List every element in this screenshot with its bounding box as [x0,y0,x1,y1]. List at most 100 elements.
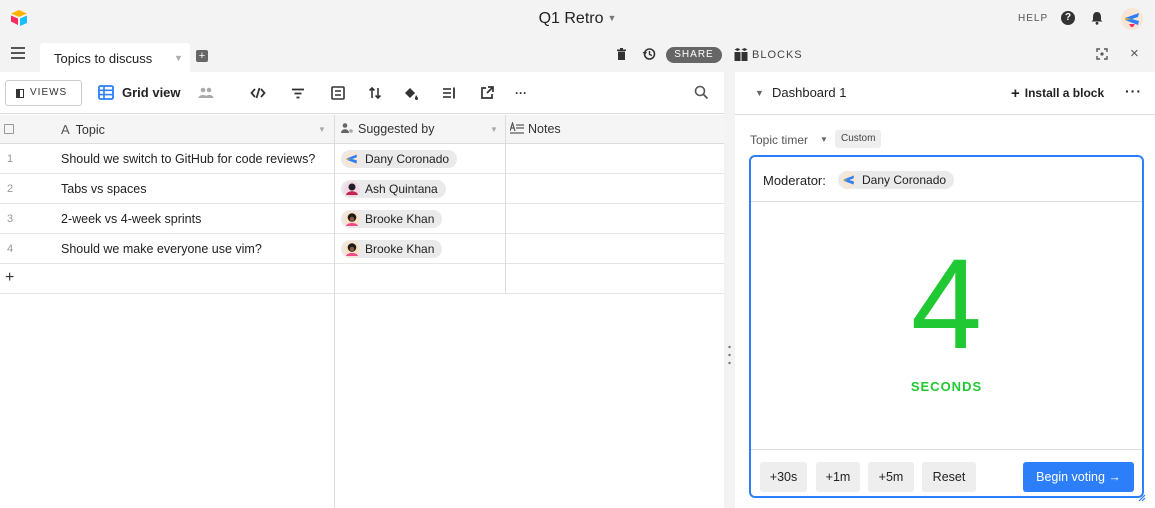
timer-countdown: 4 [910,233,983,376]
frozen-column-divider [334,115,335,508]
panel-resize-gutter[interactable] [724,72,735,508]
moderator-name: Dany Coronado [862,173,947,187]
reset-button[interactable]: Reset [922,462,976,492]
row-number: 2 [7,183,14,195]
hamburger-menu-icon[interactable] [11,47,25,61]
avatar [344,211,360,227]
divider [735,114,1155,115]
help-button-label[interactable]: HELP [1018,13,1048,24]
trash-icon[interactable] [617,48,626,60]
chevron-down-icon[interactable]: ▼ [490,125,498,134]
moderator-row: Moderator: Dany Coronado [751,157,1142,202]
collaborator-name: Dany Coronado [365,152,450,166]
collaborative-view-icon[interactable] [198,87,214,99]
tab-topics-to-discuss[interactable]: Topics to discuss ▼ [40,43,190,72]
collaborator-name: Brooke Khan [365,212,435,226]
more-icon[interactable]: ··· [1125,83,1142,99]
share-button[interactable]: SHARE [666,47,722,63]
bell-icon[interactable] [1090,11,1104,25]
install-block-label: Install a block [1024,86,1105,100]
chevron-down-icon: ▼ [607,13,617,23]
add-5m-button[interactable]: +5m [868,462,914,492]
more-icon[interactable]: ··· [515,86,531,102]
table-row[interactable]: 1 Should we switch to GitHub for code re… [0,144,724,174]
collaborator-chip[interactable]: Dany Coronado [838,171,955,189]
search-icon[interactable] [694,85,709,100]
sort-icon[interactable] [367,85,383,101]
select-all-checkbox[interactable] [4,124,14,134]
table-row[interactable]: 3 2-week vs 4-week sprints Brooke Khan [0,204,724,234]
add-1m-button[interactable]: +1m [816,462,860,492]
column-label: Topic [75,123,105,137]
views-button[interactable]: VIEWS [5,80,82,106]
collaborator-chip[interactable]: Brooke Khan [341,240,443,258]
fullscreen-icon[interactable] [1096,48,1108,60]
row-number: 1 [7,153,14,165]
table-row[interactable]: 2 Tabs vs spaces Ash Quintana [0,174,724,204]
row-number: 3 [7,213,14,225]
collaborator-chip[interactable]: Brooke Khan [341,210,443,228]
view-toolbar: VIEWS Grid view ··· [0,72,724,114]
base-title[interactable]: Q1 Retro ▼ [0,10,1155,28]
add-table-icon[interactable]: + [196,50,208,62]
avatar [344,241,360,257]
grid-view-icon[interactable] [98,85,114,100]
group-icon[interactable] [330,85,346,101]
begin-voting-button[interactable]: Begin voting → [1023,462,1134,492]
collaborator-name: Ash Quintana [365,182,438,196]
user-avatar[interactable] [1121,8,1143,30]
dashboard-title[interactable]: Dashboard 1 [772,85,846,100]
plus-icon: + [1011,85,1020,102]
text-field-icon: A [61,122,70,137]
share-view-icon[interactable] [479,85,495,101]
help-icon[interactable]: ? [1061,11,1075,25]
chevron-down-icon[interactable]: ▼ [820,135,828,144]
column-header-topic[interactable]: A Topic [61,122,105,137]
row-number: 4 [7,243,14,255]
column-divider [505,115,506,294]
timer-unit-label: SECONDS [910,379,983,394]
avatar [841,172,857,188]
sidebar-toggle-icon [16,89,24,98]
column-header-suggested-by[interactable]: Suggested by [341,122,434,136]
collaborator-chip[interactable]: Dany Coronado [341,150,458,168]
block-name[interactable]: Topic timer [750,133,808,147]
chevron-down-icon[interactable]: ▼ [318,125,326,134]
row-height-icon[interactable] [441,85,457,101]
top-bar: Q1 Retro ▼ HELP ? [0,0,1155,36]
chevron-down-icon[interactable]: ▼ [755,88,764,98]
filter-icon[interactable] [290,85,306,101]
table-tab-bar: Topics to discuss ▼ + SHARE BLOCKS × [0,36,1155,72]
avatar [344,151,360,167]
column-header-notes[interactable]: Notes [509,120,561,136]
column-label: Notes [528,122,561,136]
topic-cell[interactable]: Should we switch to GitHub for code revi… [61,152,315,166]
chevron-down-icon[interactable]: ▼ [174,53,183,63]
tab-label: Topics to discuss [54,51,153,66]
history-icon[interactable] [642,47,656,61]
close-icon[interactable]: × [1130,45,1139,62]
add-record-row[interactable]: + [0,264,724,294]
long-text-field-icon [509,120,524,134]
view-name[interactable]: Grid view [122,85,181,100]
table-row[interactable]: 4 Should we make everyone use vim? Brook… [0,234,724,264]
drag-handle-icon[interactable] [728,345,731,365]
add-30s-button[interactable]: +30s [760,462,807,492]
blocks-icon[interactable] [734,48,748,61]
add-record-icon[interactable]: + [5,269,14,287]
topic-timer-block: Moderator: Dany Coronado 4 SECONDS +30s … [749,155,1144,498]
resize-handle-icon[interactable] [1138,494,1146,502]
install-block-button[interactable]: + Install a block [1011,85,1104,102]
hide-fields-icon[interactable] [250,85,266,101]
topic-cell[interactable]: Should we make everyone use vim? [61,242,262,256]
topic-cell[interactable]: Tabs vs spaces [61,182,146,196]
topic-cell[interactable]: 2-week vs 4-week sprints [61,212,201,226]
views-button-label: VIEWS [30,87,68,98]
color-icon[interactable] [403,85,419,101]
column-label: Suggested by [358,122,435,136]
moderator-label: Moderator: [763,173,826,188]
collaborator-chip[interactable]: Ash Quintana [341,180,446,198]
blocks-label[interactable]: BLOCKS [752,49,803,61]
collaborator-name: Brooke Khan [365,242,435,256]
records-grid: A Topic ▼ Suggested by ▼ Notes 1 Should w… [0,115,724,508]
